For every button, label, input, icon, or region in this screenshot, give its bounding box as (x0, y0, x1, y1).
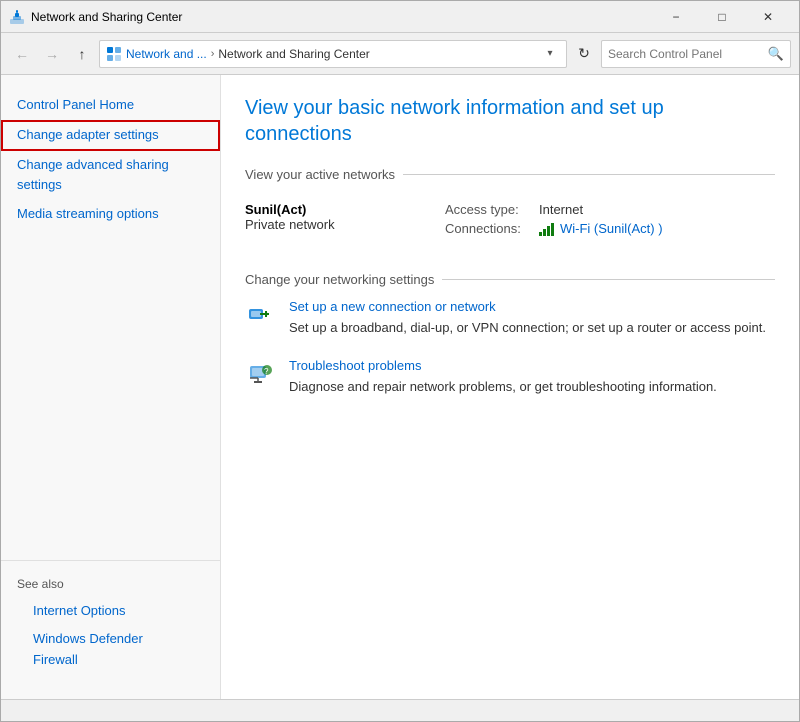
back-button[interactable]: ← (9, 41, 35, 67)
network-type: Private network (245, 217, 445, 232)
sidebar-item-media-streaming[interactable]: Media streaming options (1, 200, 220, 229)
search-input[interactable] (608, 47, 764, 61)
new-connection-text: Set up a new connection or network Set u… (289, 299, 766, 338)
content-pane: View your basic network information and … (221, 75, 799, 699)
troubleshoot-item: ? Troubleshoot problems Diagnose and rep… (245, 358, 775, 397)
window-icon (9, 9, 25, 25)
networks-table: Sunil(Act) Private network Access type: … (245, 194, 775, 248)
maximize-button[interactable]: □ (699, 1, 745, 33)
networking-settings-header: Change your networking settings (245, 272, 775, 287)
network-row: Sunil(Act) Private network Access type: … (245, 194, 775, 248)
window-controls: − □ ✕ (653, 1, 791, 33)
address-bar: ← → ↑ Network and ... › Network and Shar… (1, 33, 799, 75)
page-title: View your basic network information and … (245, 95, 775, 147)
breadcrumb-part1[interactable]: Network and ... (126, 47, 207, 61)
window: Network and Sharing Center − □ ✕ ← → ↑ N… (0, 0, 800, 722)
network-name: Sunil(Act) (245, 202, 445, 217)
access-type-row: Access type: Internet (445, 202, 775, 217)
refresh-button[interactable]: ↻ (571, 41, 597, 67)
connections-row: Connections: Wi-Fi (Sunil(Act) ) (445, 221, 775, 236)
new-connection-icon (245, 299, 277, 331)
new-connection-link[interactable]: Set up a new connection or network (289, 299, 766, 314)
wifi-connection-link[interactable]: Wi-Fi (Sunil(Act) ) (560, 221, 663, 236)
sidebar-item-internet-options[interactable]: Internet Options (17, 597, 204, 626)
sidebar-item-windows-defender-firewall[interactable]: Windows Defender Firewall (17, 625, 204, 675)
connections-label: Connections: (445, 221, 535, 236)
up-button[interactable]: ↑ (69, 41, 95, 67)
sidebar-item-control-panel-home[interactable]: Control Panel Home (1, 91, 220, 120)
breadcrumb-separator: › (211, 48, 215, 60)
main-area: Control Panel Home Change adapter settin… (1, 75, 799, 699)
forward-button[interactable]: → (39, 41, 65, 67)
sidebar-item-change-advanced-sharing[interactable]: Change advanced sharing settings (1, 151, 220, 201)
search-box: 🔍 (601, 40, 791, 68)
troubleshoot-desc: Diagnose and repair network problems, or… (289, 379, 717, 394)
breadcrumb-bar[interactable]: Network and ... › Network and Sharing Ce… (99, 40, 567, 68)
troubleshoot-icon: ? (245, 358, 277, 390)
breadcrumb-dropdown-button[interactable]: ▾ (540, 44, 560, 64)
wifi-signal-icon (539, 222, 554, 236)
see-also-section: See also Internet Options Windows Defend… (1, 560, 220, 683)
access-type-value: Internet (539, 202, 583, 217)
minimize-button[interactable]: − (653, 1, 699, 33)
network-details-col: Access type: Internet Connections: (445, 202, 775, 240)
new-connection-item: Set up a new connection or network Set u… (245, 299, 775, 338)
title-bar: Network and Sharing Center − □ ✕ (1, 1, 799, 33)
breadcrumb-current: Network and Sharing Center (218, 47, 369, 61)
active-networks-header: View your active networks (245, 167, 775, 182)
svg-text:?: ? (264, 367, 269, 376)
search-icon-button[interactable]: 🔍 (768, 46, 784, 62)
new-connection-desc: Set up a broadband, dial-up, or VPN conn… (289, 320, 766, 335)
sidebar-item-change-adapter-settings[interactable]: Change adapter settings (1, 120, 220, 151)
sidebar: Control Panel Home Change adapter settin… (1, 75, 221, 699)
close-button[interactable]: ✕ (745, 1, 791, 33)
see-also-title: See also (17, 577, 204, 591)
network-name-col: Sunil(Act) Private network (245, 202, 445, 232)
troubleshoot-text: Troubleshoot problems Diagnose and repai… (289, 358, 717, 397)
window-title: Network and Sharing Center (31, 10, 653, 24)
status-bar (1, 699, 799, 721)
control-panel-icon (106, 46, 122, 62)
sidebar-nav: Control Panel Home Change adapter settin… (1, 91, 220, 552)
access-type-label: Access type: (445, 202, 535, 217)
troubleshoot-link[interactable]: Troubleshoot problems (289, 358, 717, 373)
